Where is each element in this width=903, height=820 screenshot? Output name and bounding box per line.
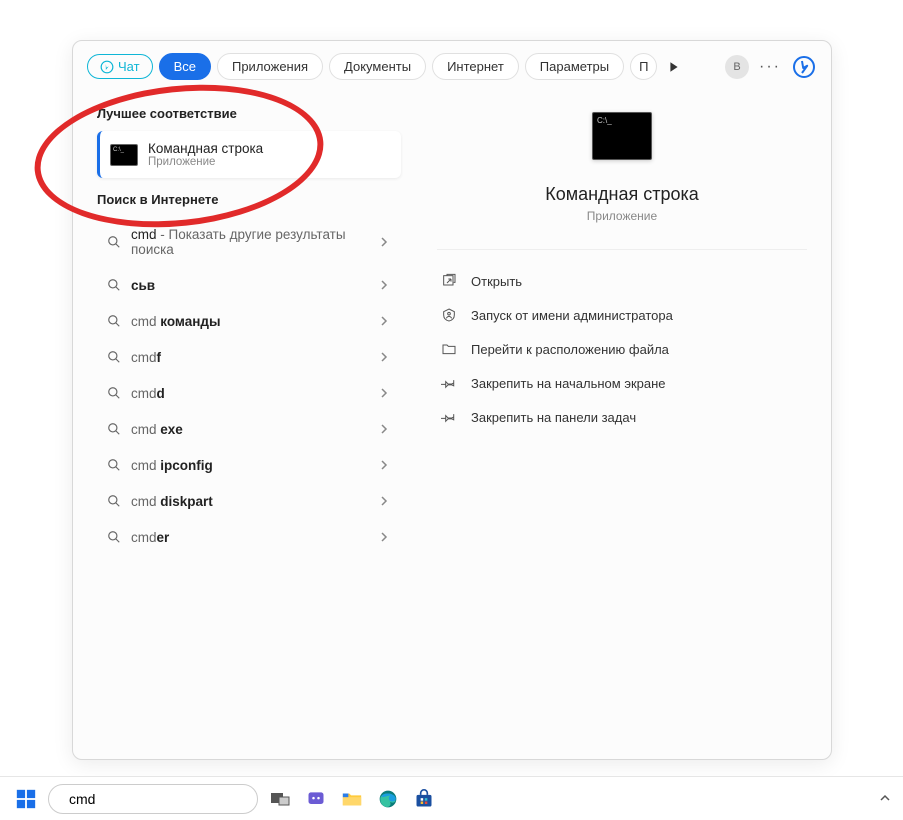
- chevron-right-icon: [379, 277, 389, 293]
- tabs-scroll-right[interactable]: [663, 56, 685, 78]
- action-label: Открыть: [471, 274, 522, 289]
- suggestion-text: cmd команды: [131, 314, 369, 329]
- cmd-icon: [110, 144, 138, 166]
- action-label: Закрепить на начальном экране: [471, 376, 666, 391]
- edge-icon[interactable]: [374, 785, 402, 813]
- suggestion-item[interactable]: cmder: [73, 519, 413, 555]
- results-column: Лучшее соответствие Командная строка При…: [73, 92, 413, 759]
- action-label: Закрепить на панели задач: [471, 410, 636, 425]
- tabs-row: Чат Все Приложения Документы Интернет Па…: [73, 41, 831, 92]
- search-icon: [107, 422, 121, 436]
- chevron-right-icon: [379, 529, 389, 545]
- suggestion-text: cmd diskpart: [131, 494, 369, 509]
- chevron-right-icon: [379, 421, 389, 437]
- chevron-right-icon: [379, 385, 389, 401]
- preview-subtitle: Приложение: [587, 209, 657, 223]
- chat-label: Чат: [118, 59, 140, 74]
- action-list: Открыть Запуск от имени администратора Пер…: [437, 264, 807, 434]
- suggestion-list: cmd - Показать другие результаты поиска с…: [73, 217, 413, 555]
- best-match-subtitle: Приложение: [148, 156, 263, 168]
- preview-card: Командная строка Приложение: [437, 112, 807, 250]
- search-icon: [107, 494, 121, 508]
- suggestion-text: cmd ipconfig: [131, 458, 369, 473]
- chevron-right-icon: [379, 234, 389, 250]
- best-match-title: Командная строка: [148, 141, 263, 156]
- admin-icon: [441, 307, 457, 323]
- task-view-icon[interactable]: [266, 785, 294, 813]
- search-icon: [107, 386, 121, 400]
- web-search-header: Поиск в Интернете: [73, 178, 413, 217]
- file-explorer-icon[interactable]: [338, 785, 366, 813]
- suggestion-text: cmdd: [131, 386, 369, 401]
- suggestion-item[interactable]: сьв: [73, 267, 413, 303]
- chevron-right-icon: [379, 457, 389, 473]
- preview-action[interactable]: Запуск от имени администратора: [437, 298, 807, 332]
- best-match-header: Лучшее соответствие: [73, 92, 413, 131]
- tab-settings[interactable]: Параметры: [525, 53, 624, 80]
- search-icon: [107, 458, 121, 472]
- taskbar: [0, 776, 903, 820]
- suggestion-item[interactable]: cmd - Показать другие результаты поиска: [73, 217, 413, 267]
- content: Лучшее соответствие Командная строка При…: [73, 92, 831, 759]
- suggestion-item[interactable]: cmd ipconfig: [73, 447, 413, 483]
- chat-app-icon[interactable]: [302, 785, 330, 813]
- preview-pane: Командная строка Приложение Открыть Запус…: [413, 92, 831, 759]
- suggestion-item[interactable]: cmd команды: [73, 303, 413, 339]
- store-icon[interactable]: [410, 785, 438, 813]
- search-icon: [107, 278, 121, 292]
- search-icon: [107, 350, 121, 364]
- action-label: Перейти к расположению файла: [471, 342, 669, 357]
- search-icon: [107, 530, 121, 544]
- suggestion-item[interactable]: cmdf: [73, 339, 413, 375]
- suggestion-text: сьв: [131, 278, 369, 293]
- suggestion-text: cmdf: [131, 350, 369, 365]
- search-icon: [107, 235, 121, 249]
- pin-icon: [441, 409, 457, 425]
- chevron-right-icon: [379, 493, 389, 509]
- chevron-right-icon: [379, 349, 389, 365]
- tab-web[interactable]: Интернет: [432, 53, 519, 80]
- preview-title: Командная строка: [545, 184, 699, 205]
- suggestion-item[interactable]: cmd exe: [73, 411, 413, 447]
- chat-tab[interactable]: Чат: [87, 54, 153, 79]
- tab-truncated[interactable]: П: [630, 53, 657, 80]
- folder-icon: [441, 341, 457, 357]
- suggestion-item[interactable]: cmd diskpart: [73, 483, 413, 519]
- system-tray-chevron[interactable]: [879, 791, 891, 807]
- chevron-right-icon: [379, 313, 389, 329]
- bing-chat-icon: [100, 60, 114, 74]
- tab-apps[interactable]: Приложения: [217, 53, 323, 80]
- suggestion-text: cmd - Показать другие результаты поиска: [131, 227, 369, 257]
- suggestion-text: cmder: [131, 530, 369, 545]
- cmd-icon-large: [592, 112, 652, 160]
- tab-docs[interactable]: Документы: [329, 53, 426, 80]
- suggestion-item[interactable]: cmdd: [73, 375, 413, 411]
- start-button[interactable]: [12, 785, 40, 813]
- action-label: Запуск от имени администратора: [471, 308, 673, 323]
- taskbar-search-input[interactable]: [69, 791, 250, 807]
- preview-action[interactable]: Открыть: [437, 264, 807, 298]
- tab-all[interactable]: Все: [159, 53, 211, 80]
- search-panel: Чат Все Приложения Документы Интернет Па…: [72, 40, 832, 760]
- suggestion-text: cmd exe: [131, 422, 369, 437]
- preview-action[interactable]: Закрепить на панели задач: [437, 400, 807, 434]
- preview-action[interactable]: Закрепить на начальном экране: [437, 366, 807, 400]
- pin-icon: [441, 375, 457, 391]
- user-avatar[interactable]: В: [725, 55, 749, 79]
- more-options[interactable]: ···: [755, 58, 785, 76]
- best-match-item[interactable]: Командная строка Приложение: [97, 131, 401, 178]
- search-icon: [107, 314, 121, 328]
- open-icon: [441, 273, 457, 289]
- taskbar-search[interactable]: [48, 784, 258, 814]
- bing-logo-icon[interactable]: [791, 54, 817, 80]
- preview-action[interactable]: Перейти к расположению файла: [437, 332, 807, 366]
